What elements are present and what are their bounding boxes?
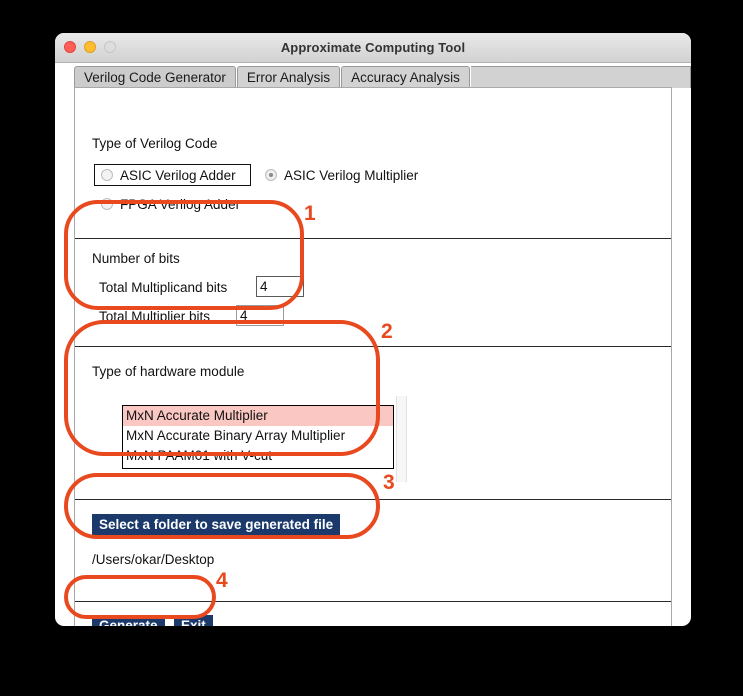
tab-strip-filler [470, 66, 691, 88]
radio-asic-verilog-multiplier[interactable] [265, 169, 277, 181]
tab-strip: Verilog Code Generator Error Analysis Ac… [55, 63, 691, 88]
section-separator-1 [75, 238, 671, 239]
verilog-code-generator-panel: Type of Verilog Code ASIC Verilog Adder … [74, 87, 672, 626]
section-separator-2 [75, 346, 671, 347]
title-bar: Approximate Computing Tool [55, 33, 691, 63]
radio-label-fpga-verilog-adder[interactable]: FPGA Verilog Adder [120, 197, 240, 212]
list-item[interactable]: MxN Accurate Binary Array Multiplier [123, 426, 393, 446]
tab-verilog-code-generator[interactable]: Verilog Code Generator [74, 66, 236, 88]
section-separator-4 [75, 601, 671, 602]
hardware-module-heading: Type of hardware module [92, 364, 245, 379]
total-multiplicand-bits-input[interactable] [256, 276, 304, 297]
total-multiplier-bits-label: Total Multiplier bits [99, 309, 211, 324]
radio-asic-verilog-adder[interactable] [101, 169, 113, 181]
list-item[interactable]: MxN Accurate Multiplier [123, 406, 393, 426]
generate-button[interactable]: Generate [92, 615, 165, 626]
selected-folder-path: /Users/okar/Desktop [92, 552, 215, 567]
number-of-bits-heading: Number of bits [92, 251, 180, 266]
section-separator-3 [75, 499, 671, 500]
radio-label-asic-verilog-multiplier[interactable]: ASIC Verilog Multiplier [284, 168, 418, 183]
select-folder-button[interactable]: Select a folder to save generated file [92, 514, 341, 536]
total-multiplier-bits-input[interactable] [236, 305, 284, 326]
total-multiplicand-bits-label: Total Multiplicand bits [99, 280, 228, 295]
hardware-module-listbox[interactable]: MxN Accurate Multiplier MxN Accurate Bin… [122, 405, 394, 469]
tab-error-analysis[interactable]: Error Analysis [236, 66, 341, 88]
list-item[interactable]: MxN PAAM01 with V-cut [123, 446, 393, 466]
app-window: Approximate Computing Tool Verilog Code … [55, 33, 691, 626]
tab-accuracy-analysis[interactable]: Accuracy Analysis [341, 66, 470, 88]
window-title: Approximate Computing Tool [280, 40, 466, 55]
code-type-heading: Type of Verilog Code [92, 136, 218, 151]
exit-button[interactable]: Exit [174, 615, 213, 626]
radio-fpga-verilog-adder[interactable] [101, 198, 113, 210]
radio-label-asic-verilog-adder[interactable]: ASIC Verilog Adder [120, 168, 236, 183]
hardware-module-scrollbar[interactable] [396, 396, 407, 482]
